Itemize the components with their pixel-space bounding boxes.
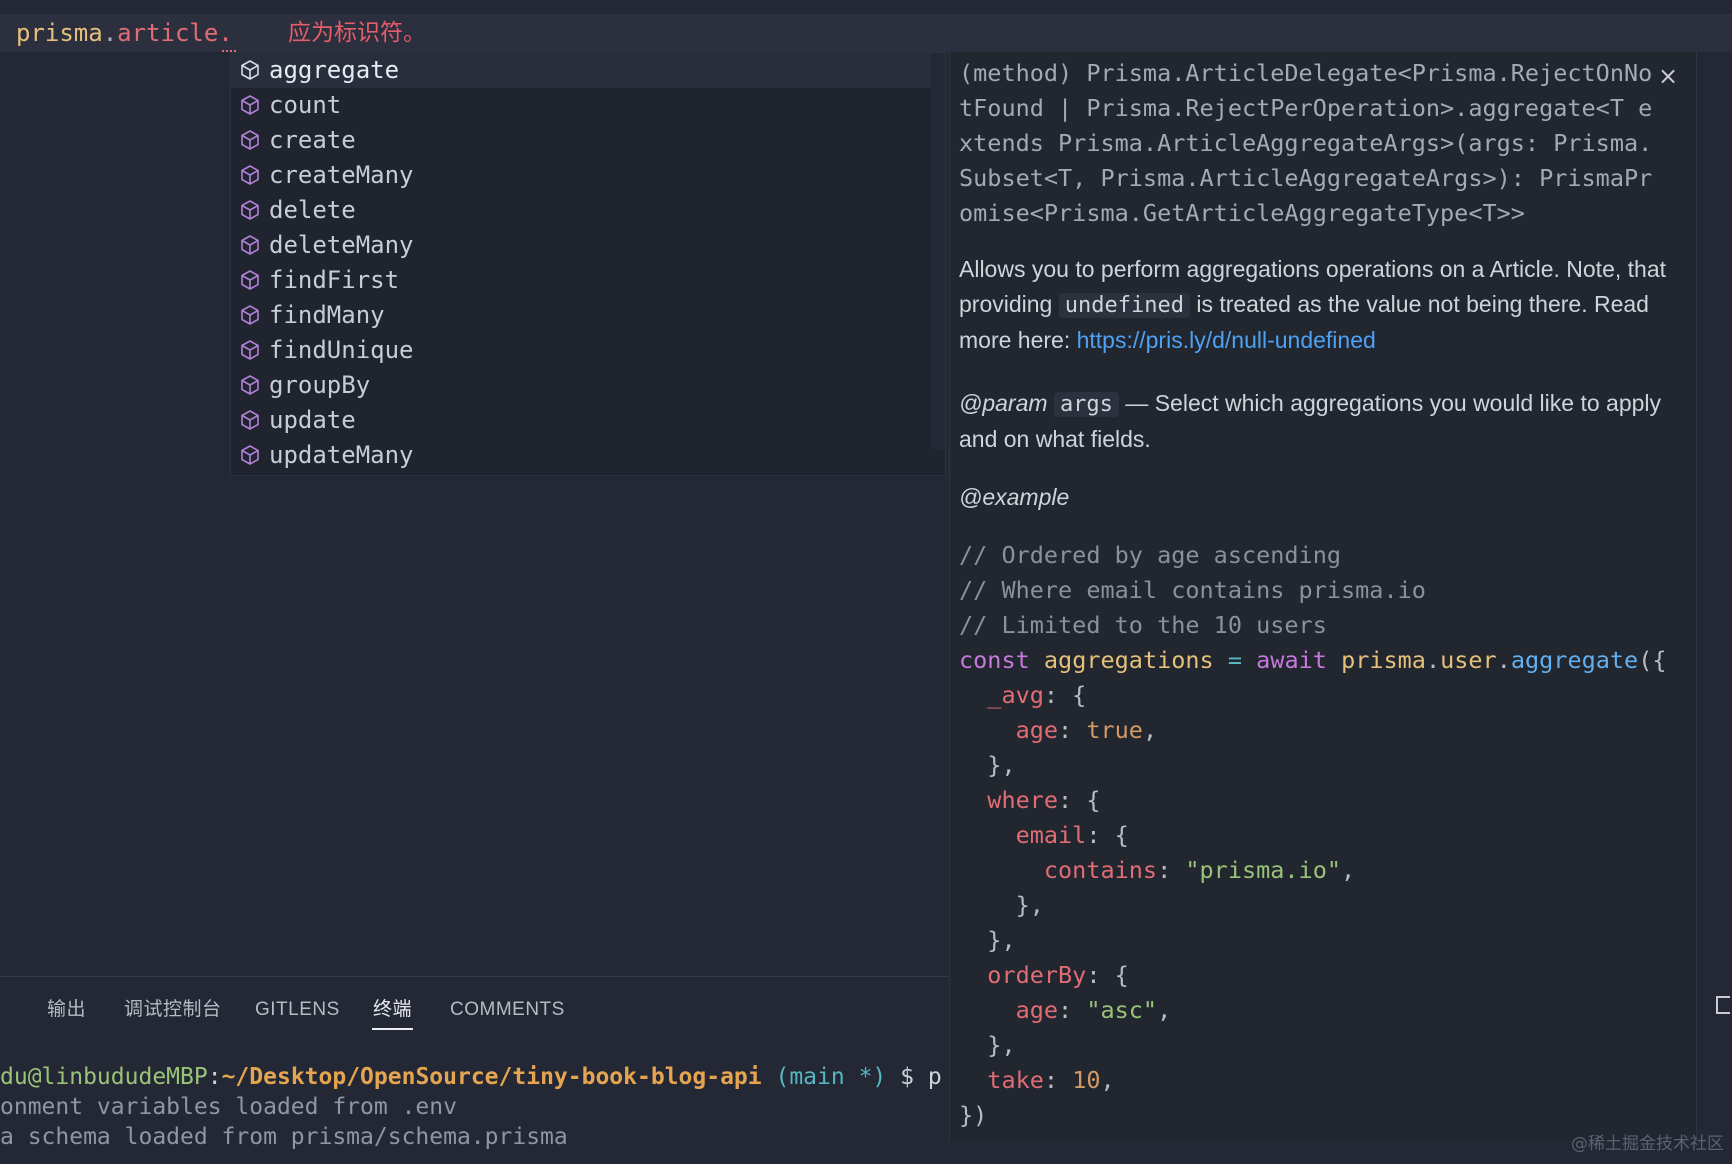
code-property: age xyxy=(1015,716,1059,744)
code-number: 10 xyxy=(1072,1066,1101,1094)
method-cube-icon xyxy=(239,269,261,291)
method-cube-icon xyxy=(239,199,261,221)
current-editor-line xyxy=(0,14,1732,52)
token-dot: . xyxy=(218,19,233,47)
terminal-line: a schema loaded from prisma/schema.prism… xyxy=(0,1124,568,1150)
suggestion-item[interactable]: create xyxy=(231,123,931,158)
suggestion-label: aggregate xyxy=(269,56,400,84)
suggestion-item[interactable]: findUnique xyxy=(231,333,931,368)
method-cube-icon xyxy=(239,409,261,431)
code-property: where xyxy=(987,786,1059,814)
close-icon[interactable]: × xyxy=(1656,64,1680,88)
error-squiggle xyxy=(222,44,236,52)
code-variable: aggregations xyxy=(1043,646,1214,674)
suggestion-item[interactable]: update xyxy=(231,403,931,438)
suggestion-item[interactable]: deleteMany xyxy=(231,228,931,263)
suggestion-details-panel: (method) Prisma.ArticleDelegate<Prisma.R… xyxy=(949,52,1697,1140)
suggestion-label: createMany xyxy=(269,161,414,189)
code-string: "prisma.io" xyxy=(1185,856,1342,884)
code-property: age xyxy=(1015,996,1059,1024)
suggestion-item[interactable]: findMany xyxy=(231,298,931,333)
method-cube-icon xyxy=(239,374,261,396)
code-keyword: const xyxy=(959,646,1030,674)
code-string: "asc" xyxy=(1086,996,1158,1024)
method-cube-icon xyxy=(239,444,261,466)
suggestion-item[interactable]: createMany xyxy=(231,158,931,193)
panel-tab-bar: 输出 调试控制台 GITLENS 终端 COMMENTS xyxy=(0,986,949,1034)
suggestion-widget: aggregate count create createMany delete dele… xyxy=(230,52,946,476)
watermark: @稀土掘金技术社区 xyxy=(1571,1134,1724,1154)
token-property: article xyxy=(117,19,219,47)
token-dot: . xyxy=(102,19,118,47)
terminal-path: ~/Desktop/OpenSource/tiny-book-blog-api xyxy=(221,1064,762,1090)
method-description: Allows you to perform aggregations opera… xyxy=(959,252,1679,358)
suggestion-item[interactable]: findFirst xyxy=(231,263,931,298)
method-cube-icon xyxy=(239,339,261,361)
suggestion-item[interactable]: aggregate xyxy=(231,53,931,88)
method-cube-icon xyxy=(239,304,261,326)
suggestion-scrollbar[interactable] xyxy=(931,53,945,449)
code-function: aggregate xyxy=(1510,646,1639,674)
active-tab-indicator xyxy=(372,1028,413,1030)
code-property: email xyxy=(1015,821,1087,849)
code-property: orderBy xyxy=(987,961,1087,989)
panel-divider xyxy=(0,976,949,977)
suggestion-label: findFirst xyxy=(269,266,400,294)
suggestion-label: delete xyxy=(269,196,356,224)
method-signature: (method) Prisma.ArticleDelegate<Prisma.R… xyxy=(959,59,1653,227)
suggestion-label: findUnique xyxy=(269,336,414,364)
method-cube-icon xyxy=(239,129,261,151)
param-tag: @param xyxy=(959,390,1048,416)
param-doc: @param args — Select which aggregations … xyxy=(959,386,1679,457)
method-cube-icon xyxy=(239,94,261,116)
docs-link[interactable]: https://pris.ly/d/null-undefined xyxy=(1077,327,1376,353)
suggestion-item[interactable]: updateMany xyxy=(231,438,931,473)
method-cube-icon xyxy=(239,164,261,186)
code-comment: // Where email contains prisma.io xyxy=(959,576,1426,604)
terminal-user-host: du@linbududeMBP xyxy=(0,1064,208,1090)
code-keyword: await xyxy=(1256,646,1327,674)
code-boolean: true xyxy=(1086,716,1143,744)
tab-output[interactable]: 输出 xyxy=(47,998,86,1022)
suggestion-item[interactable]: count xyxy=(231,88,931,123)
terminal-separator: : xyxy=(207,1064,222,1090)
token-identifier: prisma xyxy=(16,19,103,47)
code-comment: // Limited to the 10 users xyxy=(959,611,1327,639)
editor-code-line[interactable]: prisma.article. xyxy=(16,18,233,48)
suggestion-item[interactable]: delete xyxy=(231,193,931,228)
tab-comments[interactable]: COMMENTS xyxy=(450,998,565,1022)
suggestion-label: deleteMany xyxy=(269,231,414,259)
error-lens-message: 应为标识符。 xyxy=(288,20,426,46)
param-name: args xyxy=(1053,392,1119,417)
suggestion-item[interactable]: groupBy xyxy=(231,368,931,403)
tab-terminal[interactable]: 终端 xyxy=(373,998,412,1022)
suggestion-label: groupBy xyxy=(269,371,371,399)
terminal-line: onment variables loaded from .env xyxy=(0,1094,457,1120)
example-code-block: // Ordered by age ascending // Where ema… xyxy=(959,541,1667,1129)
tab-gitlens[interactable]: GITLENS xyxy=(255,998,340,1022)
suggestion-label: updateMany xyxy=(269,441,414,469)
code-variable: prisma xyxy=(1341,646,1426,674)
code-comment: // Ordered by age ascending xyxy=(959,541,1342,569)
vscode-window: prisma.article. 应为标识符。 aggregate count cre… xyxy=(0,0,1732,1164)
code-property: _avg xyxy=(987,681,1044,709)
suggestion-label: count xyxy=(269,91,342,119)
method-cube-icon xyxy=(239,59,261,81)
inline-code: undefined xyxy=(1058,293,1190,318)
code-operator: = xyxy=(1227,646,1242,674)
method-cube-icon xyxy=(239,234,261,256)
suggestion-label: update xyxy=(269,406,356,434)
suggestion-label: create xyxy=(269,126,356,154)
split-panel-icon[interactable] xyxy=(1716,996,1730,1014)
terminal-prompt: $ p xyxy=(900,1064,942,1090)
code-property: contains xyxy=(1043,856,1158,884)
suggestion-label: findMany xyxy=(269,301,385,329)
code-variable: user xyxy=(1440,646,1497,674)
terminal-git-branch: (main *) xyxy=(775,1064,887,1090)
code-property: take xyxy=(987,1066,1044,1094)
tab-debug-console[interactable]: 调试控制台 xyxy=(124,998,222,1022)
example-tag: @example xyxy=(959,484,1070,510)
terminal-output[interactable]: du@linbududeMBP:~/Desktop/OpenSource/tin… xyxy=(0,1062,949,1152)
